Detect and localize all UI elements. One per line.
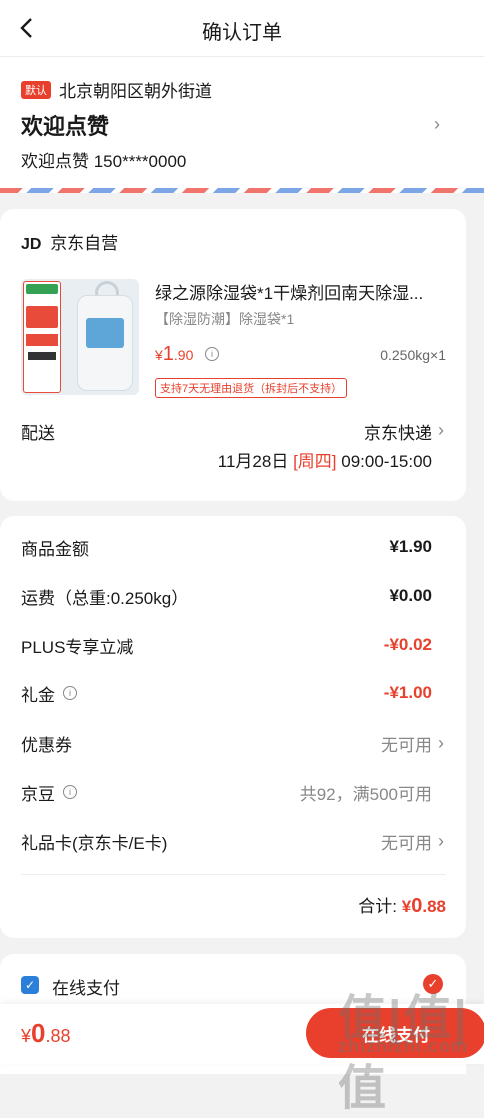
shipping-method[interactable]: 京东快递 — [364, 419, 432, 444]
online-pay-icon: ✓ — [21, 976, 39, 994]
shipping-time: 11月28日 [周四] 09:00-15:00 — [217, 452, 432, 471]
chevron-right-icon[interactable]: › — [438, 734, 444, 752]
order-total: 合计: ¥0.88 — [358, 895, 446, 917]
summary-divider — [21, 874, 446, 875]
summary-row-plus-discount: PLUS专享立减 -¥0.02 — [21, 635, 432, 657]
dehumidifier-bag-image — [77, 295, 133, 391]
shop-name: 京东自营 — [50, 234, 119, 253]
shop-header: JD 京东自营 — [21, 229, 118, 254]
shop-card: JD 京东自营 绿之源除湿袋*1干燥剂回南天除湿... 【除湿防潮】除湿袋*1 … — [0, 209, 466, 501]
checkout-total-price: ¥0.88 — [21, 1018, 71, 1048]
info-icon[interactable]: i — [63, 785, 77, 799]
default-address-badge: 默认 — [21, 80, 51, 99]
summary-row-gift-money: 礼金 i -¥1.00 — [21, 683, 432, 705]
chevron-right-icon[interactable]: › — [438, 832, 444, 850]
address-region: 北京朝阳区朝外街道 — [59, 82, 212, 101]
address-name: 欢迎点赞 — [21, 114, 110, 139]
page-title: 确认订单 — [202, 22, 282, 44]
product-box-image — [23, 281, 61, 393]
info-icon[interactable]: i — [63, 686, 77, 700]
price-info-icon[interactable]: i — [205, 347, 219, 361]
jd-logo-icon: JD — [21, 236, 42, 253]
summary-row-coupon[interactable]: 优惠券 无可用 — [21, 730, 432, 756]
site-watermark-url: zhizhizhi.com — [338, 1036, 468, 1056]
product-title[interactable]: 绿之源除湿袋*1干燥剂回南天除湿... — [155, 279, 445, 304]
summary-row-jd-beans: 京豆 i 共92，满500可用 — [21, 784, 432, 804]
shipping-label: 配送 — [21, 424, 55, 443]
chevron-right-icon: › — [434, 114, 440, 134]
header-bar: 确认订单 — [0, 0, 484, 57]
address-stripe-divider — [0, 188, 484, 193]
product-spec: 【除湿防潮】除湿袋*1 — [155, 311, 295, 327]
address-region-row: 默认 北京朝阳区朝外街道 — [21, 77, 212, 102]
product-quantity: 0.250kg×1 — [380, 347, 446, 363]
product-thumbnail[interactable] — [21, 279, 139, 395]
price-summary-card: 商品金额 ¥1.90 运费（总重:0.250kg） ¥0.00 PLUS专享立减… — [0, 516, 466, 938]
chevron-right-icon[interactable]: › — [438, 421, 444, 439]
address-section[interactable]: 默认 北京朝阳区朝外街道 欢迎点赞 欢迎点赞 150****0000 › — [0, 57, 484, 193]
payment-method-label: 在线支付 — [52, 979, 120, 998]
summary-row-gift-card[interactable]: 礼品卡(京东卡/E卡) 无可用 — [21, 828, 432, 854]
summary-row-shipping-fee: 运费（总重:0.250kg） ¥0.00 — [21, 586, 432, 608]
product-price: ¥1.90 — [155, 343, 194, 365]
return-policy-tag: 支持7天无理由退货（拆封后不支持） — [155, 378, 348, 398]
summary-row-goods-amount: 商品金额 ¥1.90 — [21, 537, 432, 559]
address-contact: 欢迎点赞 150****0000 — [21, 152, 187, 171]
